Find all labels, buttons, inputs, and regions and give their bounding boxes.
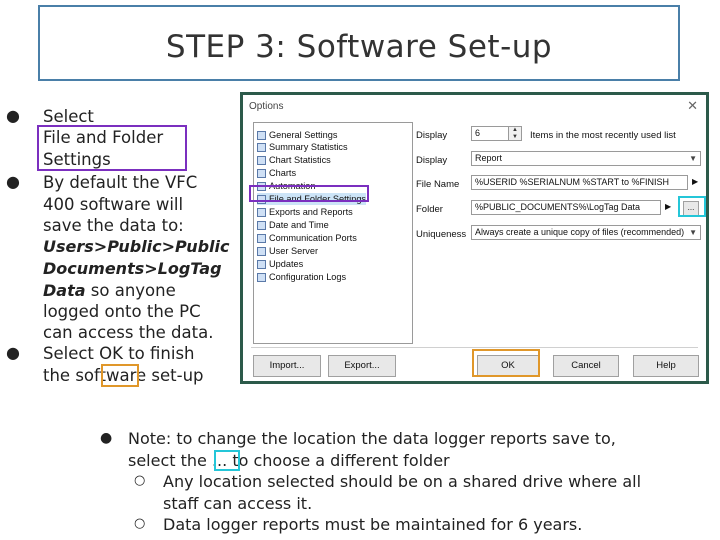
highlight-ok-text [101,364,139,387]
export-icon [257,207,266,217]
bullet-dot: ● [100,430,113,446]
chevron-down-icon: ▼ [689,154,697,163]
dialog-title: Options [249,101,284,112]
tree-item-comm-ports[interactable]: Communication Ports [257,232,357,244]
uniqueness-label: Uniqueness [416,229,467,240]
filename-label: File Name [416,179,460,190]
dialog-divider [251,347,698,348]
bullet-2-line-1: By default the VFC [43,173,198,192]
tree-item-summary[interactable]: Summary Statistics [257,141,348,153]
statistics-icon [257,155,266,165]
options-dialog: Options ✕ General Settings Summary Stati… [240,92,709,384]
filename-input[interactable]: %USERID %SERIALNUM %START to %FINISH [471,175,688,190]
settings-tree: General Settings Summary Statistics Char… [253,122,413,344]
title-box: STEP 3: Software Set-up [38,5,680,81]
bullet-2-line-2: 400 software will [43,195,184,214]
settings-icon [257,130,266,140]
bullet-2-path-1: Users>Public>Public [43,237,230,256]
export-button[interactable]: Export... [328,355,396,377]
close-icon[interactable]: ✕ [687,98,698,114]
help-button[interactable]: Help [633,355,699,377]
chevron-down-icon: ▼ [689,228,697,237]
bullet-2-line-5: can access the data. [43,323,214,342]
bullet-2-line-3: save the data to: [43,216,184,235]
sub-note-2: Data logger reports must be maintained f… [163,515,583,534]
import-button[interactable]: Import... [253,355,321,377]
port-icon [257,233,266,243]
tree-item-date-time[interactable]: Date and Time [257,219,329,231]
bullet-dot: ● [6,106,20,125]
sub-note-1-line-1: Any location selected should be on a sha… [163,472,642,491]
note-line-2: select the ... to choose a different fol… [128,451,450,470]
tree-item-general[interactable]: General Settings [257,129,337,141]
tree-item-charts[interactable]: Charts [257,167,296,179]
bullet-2-line-4: logged onto the PC [43,302,201,321]
note-line-1: Note: to change the location the data lo… [128,429,616,448]
log-icon [257,272,266,282]
bullet-dot: ● [6,343,20,362]
tree-item-chart-stats[interactable]: Chart Statistics [257,154,331,166]
highlight-tree-file-folder [249,185,369,202]
bullet-dot: ● [6,172,20,191]
tree-item-config-logs[interactable]: Configuration Logs [257,271,346,283]
display-count-stepper[interactable]: ▲ ▼ [508,126,522,141]
display-label: Display [416,130,448,141]
cancel-button[interactable]: Cancel [553,355,619,377]
folder-arrow-icon[interactable]: ▶ [665,202,671,211]
clock-icon [257,220,266,230]
highlight-ok-button [472,349,540,377]
server-icon [257,246,266,256]
folder-label: Folder [416,204,443,215]
bullet-2-path-3: Data so anyone [43,281,176,300]
tree-item-user-server[interactable]: User Server [257,245,318,257]
display-type-select[interactable]: Report ▼ [471,151,701,166]
display-count-input[interactable]: 6 [471,126,509,141]
tree-item-updates[interactable]: Updates [257,258,303,270]
bullet-2-path-2: Documents>LogTag [43,259,222,278]
chart-icon [257,168,266,178]
tree-item-exports[interactable]: Exports and Reports [257,206,353,218]
bullet-3-line-1: Select OK to finish [43,344,195,363]
sub-bullet-circle: ○ [134,473,146,488]
display-suffix-label: Items in the most recently used list [530,130,676,141]
statistics-icon [257,142,266,152]
filename-arrow-icon[interactable]: ▶ [692,177,698,186]
sub-note-1-line-2: staff can access it. [163,494,313,513]
folder-input[interactable]: %PUBLIC_DOCUMENTS%\LogTag Data [471,200,661,215]
highlight-ellipsis [214,450,240,471]
display2-label: Display [416,155,448,166]
uniqueness-select[interactable]: Always create a unique copy of files (re… [471,225,701,240]
highlight-file-folder-settings [37,125,187,171]
update-icon [257,259,266,269]
sub-bullet-circle: ○ [134,516,146,531]
page-title: STEP 3: Software Set-up [165,29,553,65]
highlight-browse-button [678,196,706,217]
